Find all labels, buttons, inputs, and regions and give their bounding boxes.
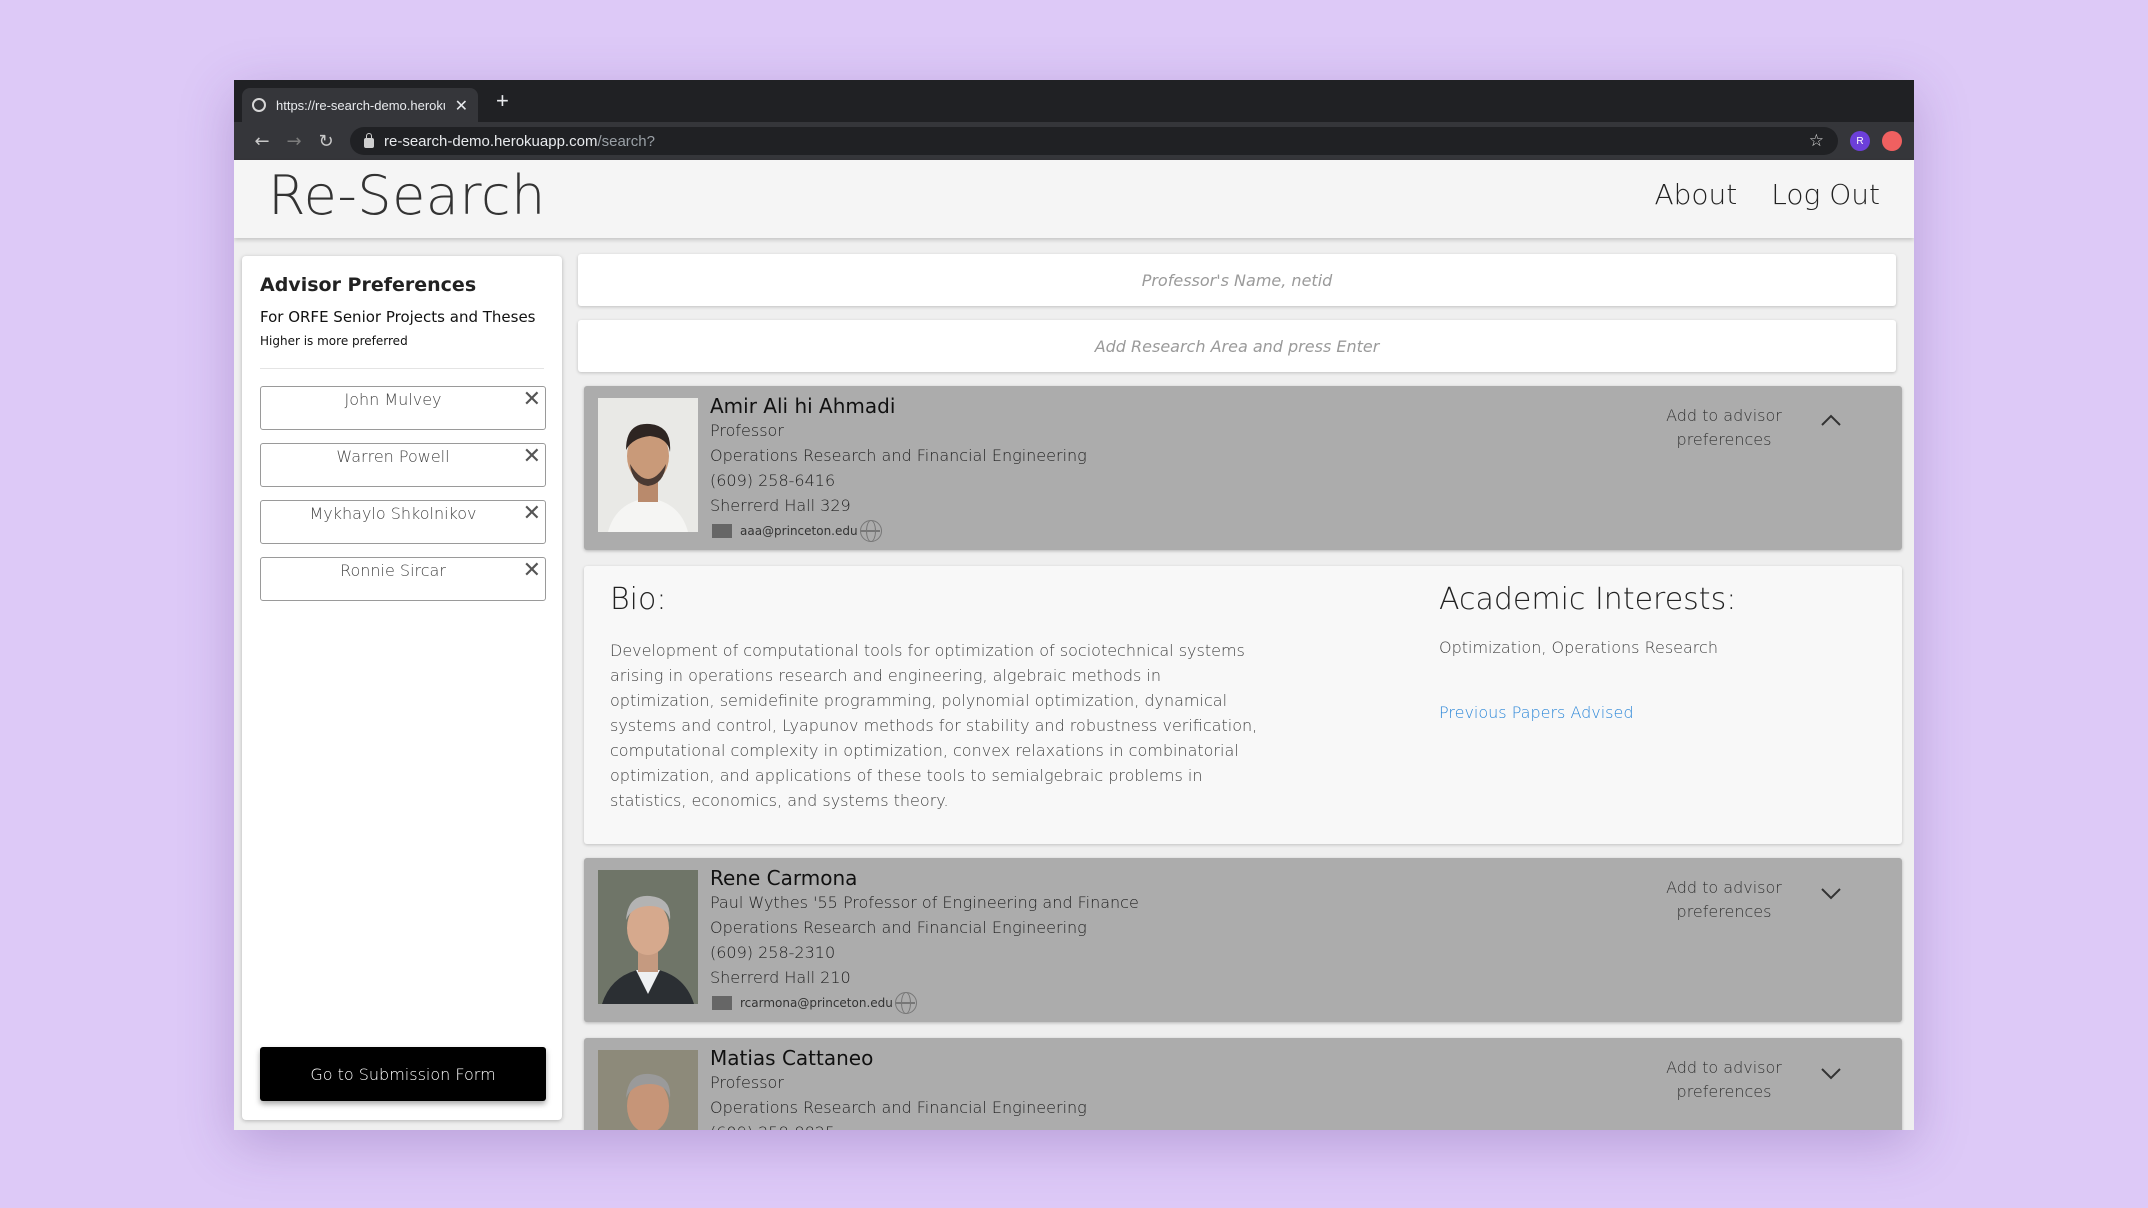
research-area-input[interactable] (578, 320, 1896, 372)
professor-email[interactable]: aaa@princeton.edu (740, 524, 858, 538)
professor-name[interactable]: Amir Ali hi Ahmadi (710, 394, 1087, 418)
star-icon[interactable]: ☆ (1809, 131, 1824, 151)
panel-subtitle: For ORFE Senior Projects and Theses (260, 308, 536, 326)
nav-logout-link[interactable]: Log Out (1771, 178, 1880, 211)
tab-strip: https://re-search-demo.herokuapp.com/sea… (234, 80, 1914, 122)
bio-text: Development of computational tools for o… (610, 641, 1258, 810)
professor-department: Operations Research and Financial Engine… (710, 446, 1087, 465)
submission-form-button[interactable]: Go to Submission Form (260, 1047, 546, 1101)
professor-detail-panel: Bio: Development of computational tools … (584, 566, 1902, 844)
professor-office: Sherrerd Hall 210 (710, 968, 851, 987)
academic-interests-text: Optimization, Operations Research (1439, 638, 1718, 657)
top-nav: About Log Out (1654, 178, 1880, 211)
professor-photo (598, 1050, 698, 1130)
academic-interests-heading: Academic Interests: (1439, 582, 1737, 617)
add-to-preferences-button[interactable]: Add to advisor preferences (1650, 876, 1798, 924)
plus-icon[interactable]: + (496, 88, 509, 114)
remove-icon[interactable]: ✕ (523, 444, 541, 470)
remove-icon[interactable]: ✕ (523, 387, 541, 413)
site-logo[interactable]: Re-Search (268, 164, 546, 227)
professor-office: Sherrerd Hall 329 (710, 496, 851, 515)
website-icon[interactable] (894, 992, 917, 1014)
mail-icon[interactable] (712, 524, 732, 538)
forward-icon[interactable]: → (278, 131, 310, 152)
nav-about-link[interactable]: About (1654, 178, 1737, 211)
professor-department: Operations Research and Financial Engine… (710, 918, 1087, 937)
panel-title: Advisor Preferences (260, 274, 477, 296)
browser-tab[interactable]: https://re-search-demo.herokuapp.com/sea… (242, 88, 478, 122)
bio-heading: Bio: (610, 582, 667, 617)
chevron-down-icon[interactable] (1820, 1062, 1842, 1084)
professor-info: Amir Ali hi Ahmadi Professor Operations … (710, 394, 1087, 542)
professor-card[interactable]: Rene Carmona Paul Wythes '55 Professor o… (584, 858, 1902, 1022)
professor-title: Professor (710, 421, 784, 440)
extension-icon[interactable] (1882, 131, 1902, 151)
professor-phone: (609) 258-6416 (710, 471, 836, 490)
add-to-preferences-button[interactable]: Add to advisor preferences (1650, 1056, 1798, 1104)
professor-name[interactable]: Matias Cattaneo (710, 1046, 1087, 1070)
chevron-down-icon[interactable] (1820, 882, 1842, 904)
preference-name: Mykhaylo Shkolnikov (309, 504, 477, 523)
preference-item[interactable]: Warren Powell ✕ (260, 443, 546, 487)
remove-icon[interactable]: ✕ (523, 558, 541, 584)
previous-papers-link[interactable]: Previous Papers Advised (1439, 703, 1634, 722)
panel-note: Higher is more preferred (260, 334, 408, 348)
professor-title: Professor (710, 1073, 784, 1092)
advisor-preferences-panel: Advisor Preferences For ORFE Senior Proj… (242, 256, 562, 1120)
website-icon[interactable] (859, 520, 882, 542)
browser-window: https://re-search-demo.herokuapp.com/sea… (234, 80, 1914, 1130)
professor-info: Matias Cattaneo Professor Operations Res… (710, 1046, 1087, 1130)
url-host: re-search-demo.herokuapp.com (384, 132, 598, 150)
professor-photo (598, 870, 698, 1004)
profile-avatar[interactable]: R (1850, 131, 1870, 151)
professor-phone: (609) 258-2310 (710, 943, 836, 962)
close-icon[interactable]: ✕ (455, 96, 468, 115)
preference-item[interactable]: Ronnie Sircar ✕ (260, 557, 546, 601)
professor-name[interactable]: Rene Carmona (710, 866, 1139, 890)
professor-email[interactable]: rcarmona@princeton.edu (740, 996, 893, 1010)
professor-info: Rene Carmona Paul Wythes '55 Professor o… (710, 866, 1139, 1014)
mail-icon[interactable] (712, 996, 732, 1010)
professor-phone: (609) 258-8825 (710, 1120, 1087, 1130)
remove-icon[interactable]: ✕ (523, 501, 541, 527)
professor-card[interactable]: Matias Cattaneo Professor Operations Res… (584, 1038, 1902, 1130)
preference-name: Ronnie Sircar (340, 561, 446, 580)
url-field[interactable]: re-search-demo.herokuapp.com /search? ☆ (350, 127, 1838, 155)
globe-icon (252, 98, 266, 112)
professor-department: Operations Research and Financial Engine… (710, 1098, 1087, 1117)
preference-item[interactable]: Mykhaylo Shkolnikov ✕ (260, 500, 546, 544)
tab-title: https://re-search-demo.herokuapp.com/sea… (276, 97, 445, 113)
divider (260, 368, 544, 369)
lock-icon (364, 133, 374, 148)
url-path: /search? (597, 132, 655, 150)
preference-name: Warren Powell (336, 447, 450, 466)
site-header: Re-Search About Log Out (234, 160, 1914, 238)
address-bar-row: ← → ↻ re-search-demo.herokuapp.com /sear… (234, 122, 1914, 160)
preference-item[interactable]: John Mulvey ✕ (260, 386, 546, 430)
professor-title: Paul Wythes '55 Professor of Engineering… (710, 893, 1139, 912)
add-to-preferences-button[interactable]: Add to advisor preferences (1650, 404, 1798, 452)
professor-card[interactable]: Amir Ali hi Ahmadi Professor Operations … (584, 386, 1902, 550)
back-icon[interactable]: ← (246, 131, 278, 152)
professor-search-input[interactable] (578, 254, 1896, 306)
preference-name: John Mulvey (344, 390, 442, 409)
professor-photo (598, 398, 698, 532)
chevron-up-icon[interactable] (1820, 410, 1842, 432)
reload-icon[interactable]: ↻ (310, 131, 342, 152)
